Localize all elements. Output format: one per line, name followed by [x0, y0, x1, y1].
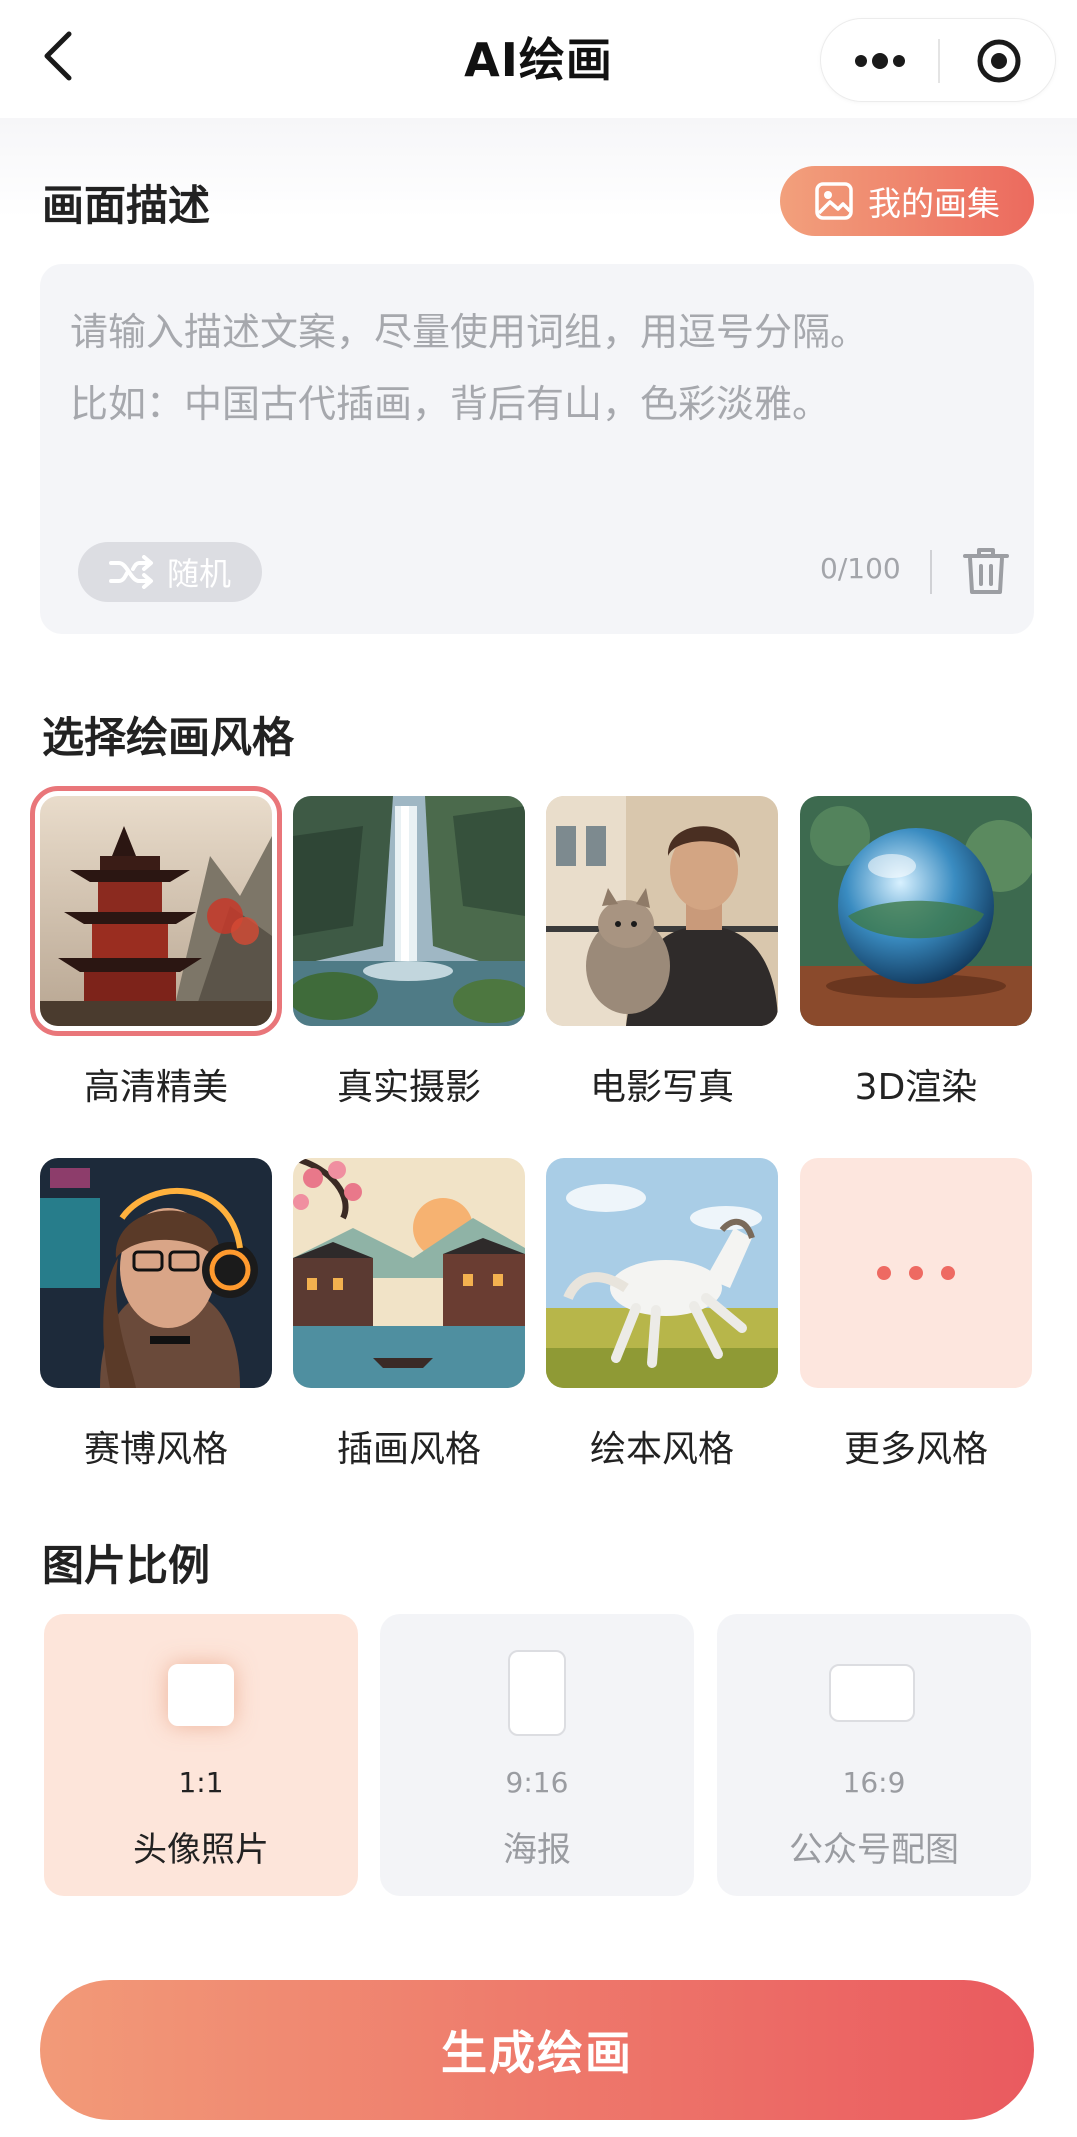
style-thumb-man-cat — [546, 796, 778, 1026]
style-thumb-cyber-girl — [40, 1158, 272, 1388]
ratio-option-1-1[interactable]: 1:1 头像照片 — [44, 1614, 358, 1896]
generate-button[interactable]: 生成绘画 — [40, 1980, 1034, 2120]
style-item-cinema[interactable]: 电影写真 — [546, 796, 778, 1108]
more-dots-icon — [855, 53, 905, 69]
ratio-value: 9:16 — [505, 1766, 569, 1799]
more-button[interactable] — [821, 19, 939, 103]
ratio-value: 1:1 — [178, 1766, 224, 1799]
description-box: 随机 0/100 — [40, 264, 1034, 634]
style-item-cyber[interactable]: 赛博风格 — [40, 1158, 272, 1470]
ratio-value: 16:9 — [842, 1766, 906, 1799]
my-gallery-button[interactable]: 我的画集 — [780, 166, 1034, 236]
style-label: 插画风格 — [336, 1429, 481, 1470]
random-button[interactable]: 随机 — [78, 542, 262, 602]
style-item-illustration[interactable]: 插画风格 — [293, 1158, 525, 1470]
style-label: 赛博风格 — [83, 1429, 228, 1470]
style-thumb-waterfall — [293, 796, 525, 1026]
style-label: 电影写真 — [589, 1067, 734, 1108]
clear-button[interactable] — [956, 540, 1016, 602]
image-icon — [815, 182, 853, 220]
ratio-section-title: 图片比例 — [42, 1541, 211, 1590]
style-label: 真实摄影 — [336, 1067, 481, 1108]
trash-icon — [963, 548, 1009, 594]
style-label: 高清精美 — [83, 1067, 228, 1108]
landscape-shape-icon — [829, 1664, 915, 1722]
style-thumb-pagoda — [30, 786, 282, 1036]
style-item-picturebook[interactable]: 绘本风格 — [546, 1158, 778, 1470]
more-dots-icon — [800, 1158, 1032, 1388]
ratio-option-9-16[interactable]: 9:16 海报 — [380, 1614, 694, 1896]
nav-bar: AI绘画 — [0, 0, 1077, 118]
ratio-label: 头像照片 — [133, 1830, 269, 1870]
description-input[interactable] — [70, 296, 1000, 446]
char-count: 0/100 — [820, 552, 901, 585]
style-item-hd[interactable]: 高清精美 — [30, 786, 282, 1108]
count-divider — [930, 550, 932, 594]
my-gallery-label: 我的画集 — [868, 184, 1000, 223]
square-shape-icon — [168, 1664, 234, 1726]
random-label: 随机 — [166, 555, 231, 593]
style-thumb-watertown — [293, 1158, 525, 1388]
ratio-label: 公众号配图 — [789, 1830, 959, 1870]
style-label: 3D渲染 — [854, 1067, 978, 1108]
style-thumb-horse — [546, 1158, 778, 1388]
ratio-option-16-9[interactable]: 16:9 公众号配图 — [717, 1614, 1031, 1896]
style-item-photo[interactable]: 真实摄影 — [293, 796, 525, 1108]
shuffle-icon — [108, 555, 153, 589]
style-thumb-sphere — [800, 796, 1032, 1026]
close-button[interactable] — [940, 19, 1057, 103]
more-styles-tile — [800, 1158, 1032, 1388]
style-label: 绘本风格 — [589, 1429, 734, 1470]
target-circle-icon — [977, 39, 1020, 83]
ratio-label: 海报 — [503, 1830, 571, 1870]
style-item-3d[interactable]: 3D渲染 — [800, 796, 1032, 1108]
mini-program-capsule — [820, 18, 1056, 102]
style-item-more[interactable]: 更多风格 — [800, 1158, 1032, 1470]
style-label: 更多风格 — [843, 1429, 988, 1470]
style-section-title: 选择绘画风格 — [42, 713, 295, 762]
description-section-title: 画面描述 — [42, 181, 211, 230]
portrait-shape-icon — [508, 1650, 566, 1736]
